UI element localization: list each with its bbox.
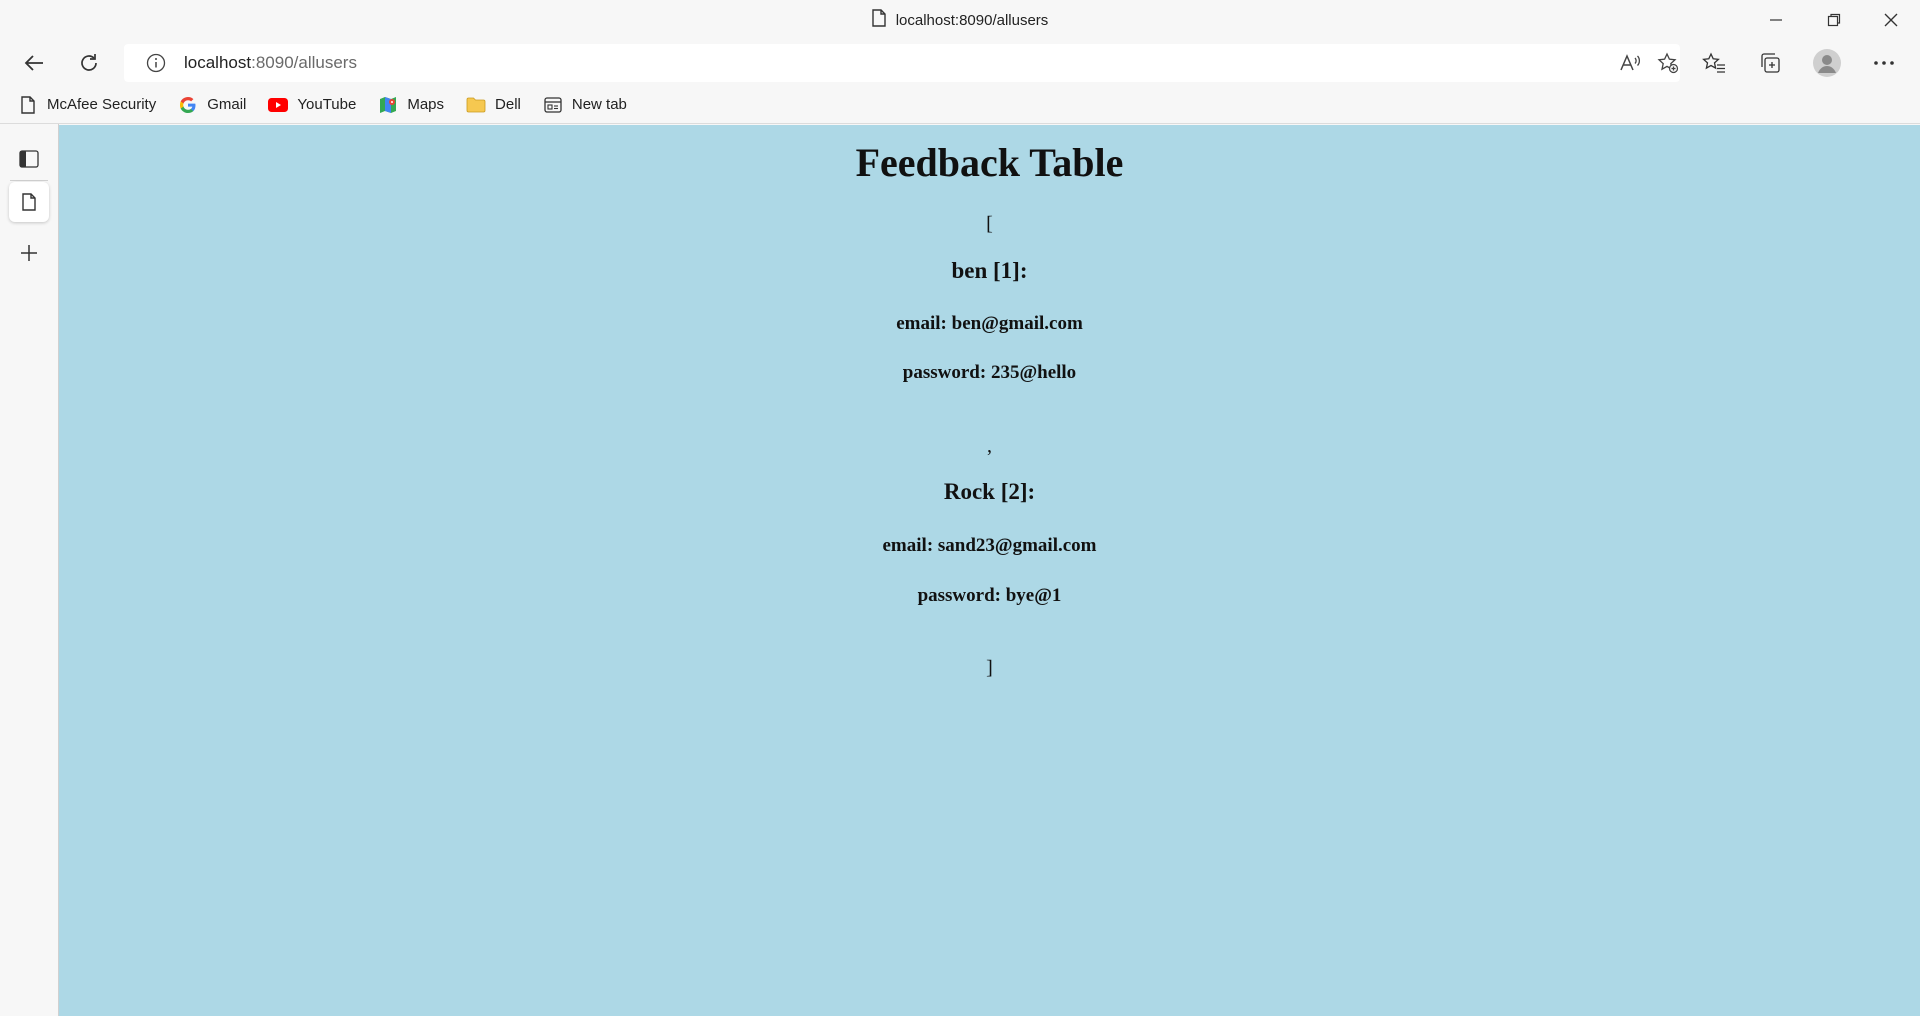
window-title: localhost:8090/allusers (0, 0, 1920, 40)
refresh-icon (81, 54, 97, 71)
read-aloud-icon (1620, 54, 1641, 71)
read-aloud-button[interactable] (1612, 49, 1648, 77)
avatar-icon (1813, 49, 1841, 77)
favorites-button[interactable] (1696, 45, 1732, 81)
user-email: email: ben@gmail.com (896, 313, 1083, 334)
maps-icon (378, 95, 398, 115)
more-options-button[interactable] (1866, 45, 1902, 81)
info-icon[interactable] (146, 53, 166, 73)
favorite-mcafee[interactable]: McAfee Security (18, 91, 156, 119)
close-button[interactable] (1862, 0, 1920, 40)
address-bar[interactable]: localhost:8090/allusers (124, 44, 1680, 82)
sidebar-divider (10, 180, 48, 181)
title-bar: localhost:8090/allusers (0, 0, 1920, 40)
tab-actions-button[interactable] (9, 139, 49, 179)
navigation-bar: localhost:8090/allusers (0, 40, 1920, 86)
favorite-label: Maps (407, 96, 445, 113)
back-button[interactable] (16, 45, 52, 81)
restore-icon (1827, 13, 1841, 27)
close-icon (1884, 13, 1898, 27)
user-password: password: bye@1 (917, 585, 1062, 606)
favorite-gmail[interactable]: Gmail (178, 91, 246, 119)
star-add-icon (1657, 52, 1679, 74)
vertical-tabs-sidebar (0, 124, 59, 1016)
favorite-label: Dell (495, 96, 521, 113)
collections-icon (1761, 53, 1780, 73)
page-content: Feedback Table [ ben [1]: email: ben@gma… (59, 125, 1920, 1016)
youtube-icon (268, 95, 289, 115)
close-bracket: ] (986, 657, 993, 679)
separator-comma: , (987, 435, 992, 457)
tab-actions-icon (19, 150, 39, 168)
open-bracket: [ (986, 213, 993, 235)
minimize-button[interactable] (1747, 0, 1805, 40)
window-title-text: localhost:8090/allusers (895, 11, 1049, 29)
refresh-button[interactable] (71, 45, 107, 81)
favorite-label: New tab (571, 96, 627, 113)
user-email: email: sand23@gmail.com (882, 535, 1097, 556)
minimize-icon (1770, 19, 1782, 21)
favorite-youtube[interactable]: YouTube (268, 91, 356, 119)
favorite-label: YouTube (297, 96, 357, 113)
google-icon (178, 95, 198, 115)
user-heading: ben [1]: (951, 258, 1028, 283)
plus-icon (21, 245, 37, 261)
user-password: password: 235@hello (902, 362, 1077, 383)
page-icon (18, 95, 38, 115)
tab-allusers[interactable] (9, 182, 49, 222)
url-path: :8090/allusers (251, 53, 357, 72)
new-tab-button[interactable] (9, 233, 49, 273)
page-title: Feedback Table (855, 140, 1124, 185)
profile-button[interactable] (1809, 45, 1845, 81)
folder-icon (466, 95, 486, 115)
add-favorite-button[interactable] (1650, 49, 1686, 77)
page-icon (22, 193, 36, 211)
favorite-new-tab[interactable]: New tab (543, 91, 627, 119)
user-heading: Rock [2]: (943, 479, 1036, 504)
collections-button[interactable] (1752, 45, 1788, 81)
favorites-bar: McAfee Security Gmail YouTube Maps Dell … (0, 86, 1920, 124)
back-arrow-icon (24, 55, 43, 71)
favorite-maps[interactable]: Maps (378, 91, 444, 119)
restore-button[interactable] (1805, 0, 1863, 40)
newtab-icon (543, 95, 563, 115)
url-host: localhost (184, 53, 252, 72)
page-icon (872, 9, 886, 31)
favorite-label: McAfee Security (47, 96, 157, 113)
url-text[interactable]: localhost:8090/allusers (184, 53, 357, 73)
favorite-label: Gmail (207, 96, 247, 113)
favorite-dell[interactable]: Dell (466, 91, 521, 119)
favorites-icon (1702, 52, 1725, 73)
ellipsis-icon (1874, 61, 1894, 65)
